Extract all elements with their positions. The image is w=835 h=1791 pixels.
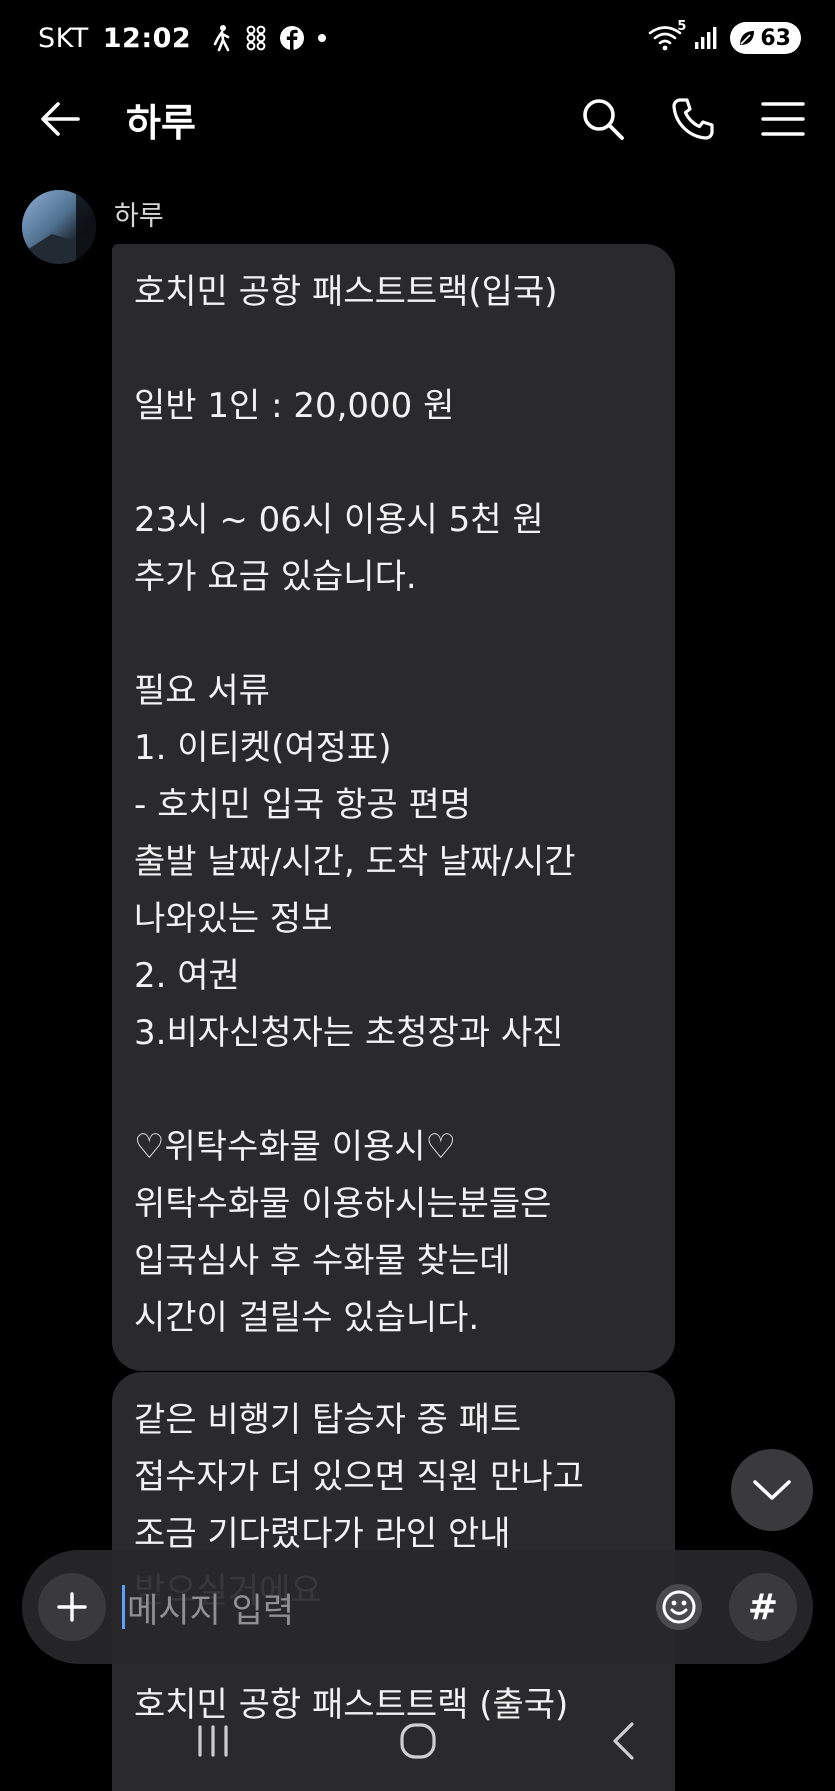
call-button[interactable] — [671, 97, 715, 141]
facebook-icon — [280, 26, 305, 50]
back-nav-icon — [612, 1721, 634, 1760]
back-nav-button[interactable] — [588, 1711, 658, 1771]
recents-button[interactable] — [178, 1711, 248, 1771]
message-list[interactable]: 하루 호치민 공항 패스트트랙(입국) 일반 1인 : 20,000 원 23시… — [0, 162, 835, 1791]
header-actions — [581, 97, 805, 141]
message-input-placeholder: 메시지 입력 — [127, 1590, 295, 1631]
network-badge: 5 — [677, 19, 687, 34]
back-button[interactable] — [38, 97, 82, 141]
message-input[interactable]: 메시지 입력 — [122, 1577, 651, 1637]
search-button[interactable] — [581, 97, 625, 141]
search-icon — [583, 99, 624, 140]
clock: 12:02 — [102, 22, 192, 54]
scroll-to-bottom-button[interactable] — [731, 1449, 813, 1531]
carrier-label: SKT — [38, 22, 89, 54]
recents-icon — [197, 1724, 228, 1757]
chat-title: 하루 — [126, 100, 196, 145]
app-grid-icon — [246, 25, 266, 51]
back-arrow-icon — [41, 102, 80, 136]
attach-button[interactable] — [38, 1573, 106, 1641]
leaf-icon — [740, 31, 755, 45]
notification-dot-icon — [318, 34, 327, 42]
message-input-bar: 메시지 입력 # — [22, 1550, 813, 1664]
chevron-down-icon — [753, 1480, 791, 1500]
chat-header: 하루 — [0, 76, 835, 162]
status-left: SKT 12:02 — [38, 23, 327, 54]
sender-name: 하루 — [114, 201, 164, 232]
home-button[interactable] — [383, 1711, 453, 1771]
plus-icon — [57, 1592, 87, 1622]
emoji-icon — [656, 1584, 702, 1630]
avatar-photo-icon — [22, 190, 96, 264]
battery-level: 63 — [760, 25, 791, 51]
signal-icon — [695, 27, 717, 49]
avatar[interactable] — [22, 190, 96, 264]
wifi-icon: 5 — [648, 19, 686, 51]
text-caret — [122, 1585, 125, 1629]
notification-icons — [211, 24, 327, 52]
menu-button[interactable] — [761, 97, 805, 141]
emoji-button[interactable] — [651, 1579, 707, 1635]
menu-icon — [761, 102, 805, 136]
hashtag-button[interactable]: # — [729, 1573, 797, 1641]
walking-icon — [213, 25, 230, 52]
status-bar: SKT 12:02 5 63 — [0, 0, 835, 76]
message-bubble[interactable]: 호치민 공항 패스트트랙(입국) 일반 1인 : 20,000 원 23시 ~ … — [112, 244, 675, 1371]
battery-indicator: 63 — [730, 22, 801, 54]
home-icon — [399, 1722, 436, 1759]
phone-icon — [672, 98, 714, 140]
chat-screen: SKT 12:02 5 63 하루 하루 호치민 공항 패스트트랙(입국) 일반… — [0, 0, 835, 1791]
system-nav-bar — [0, 1690, 835, 1791]
status-right: 5 63 — [648, 19, 801, 54]
